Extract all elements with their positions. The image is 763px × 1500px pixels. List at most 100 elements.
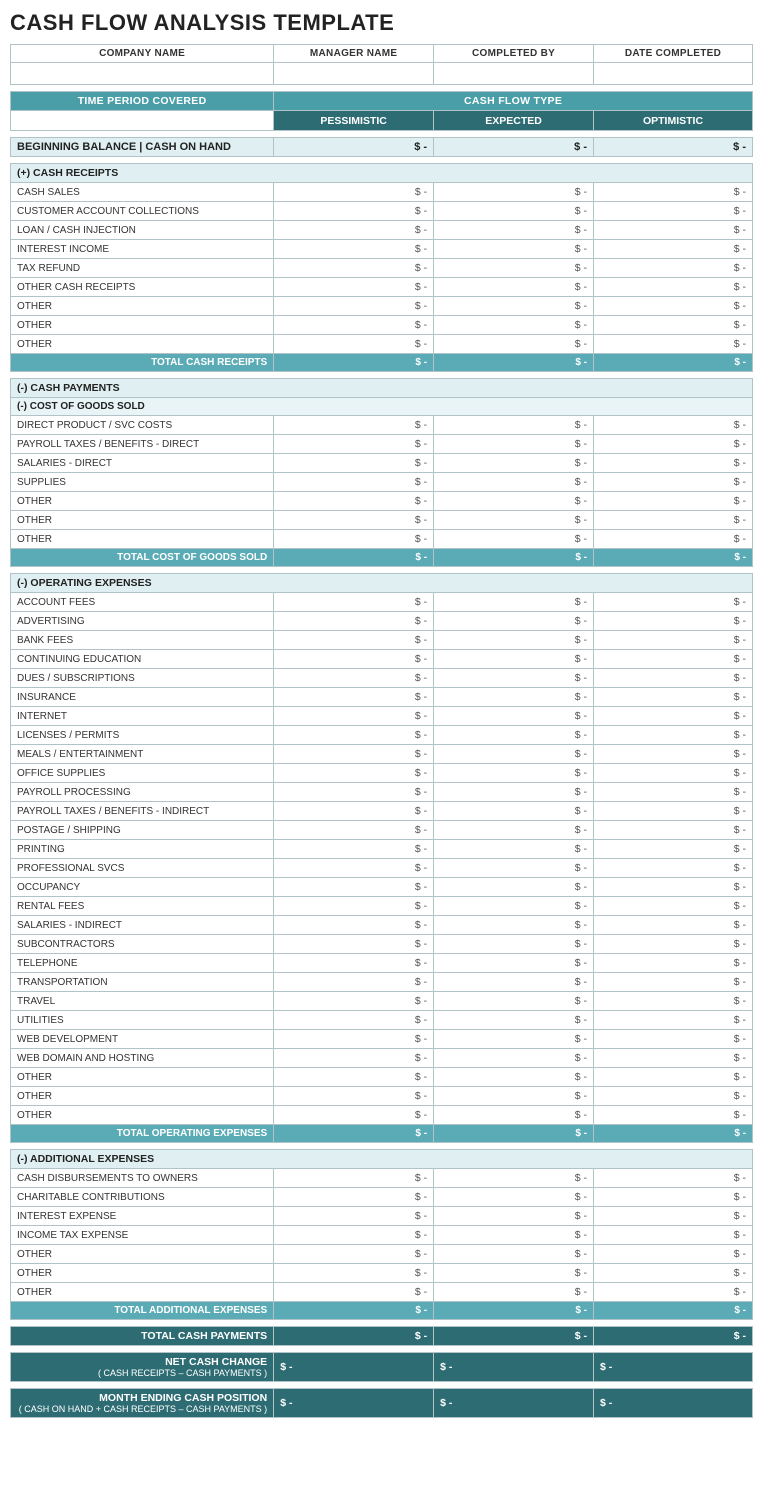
list-item: WEB DOMAIN AND HOSTING $ - $ - $ - <box>11 1049 753 1068</box>
manager-name-input[interactable] <box>274 63 434 85</box>
total-operating-optimistic[interactable]: $ - <box>594 1125 753 1143</box>
list-item: OTHER $ - $ - $ - <box>11 1068 753 1087</box>
list-item: PAYROLL PROCESSING $ - $ - $ - <box>11 783 753 802</box>
total-operating-expected[interactable]: $ - <box>434 1125 594 1143</box>
list-item: TELEPHONE $ - $ - $ - <box>11 954 753 973</box>
total-cash-receipts-pessimistic[interactable]: $ - <box>274 354 434 372</box>
page: CASH FLOW ANALYSIS TEMPLATE COMPANY NAME… <box>0 0 763 1438</box>
cash-payments-section-label: (-) CASH PAYMENTS <box>11 379 753 398</box>
list-item: INTEREST INCOME $ - $ - $ - <box>11 240 753 259</box>
total-additional-expected[interactable]: $ - <box>434 1302 594 1320</box>
month-ending-optimistic[interactable]: $ - <box>594 1389 753 1418</box>
time-period-input[interactable] <box>11 111 274 131</box>
list-item: TAX REFUND $ - $ - $ - <box>11 259 753 278</box>
list-item: OCCUPANCY $ - $ - $ - <box>11 878 753 897</box>
total-cash-payments-optimistic[interactable]: $ - <box>594 1327 753 1346</box>
list-item: DUES / SUBSCRIPTIONS $ - $ - $ - <box>11 669 753 688</box>
list-item: OTHER $ - $ - $ - <box>11 1087 753 1106</box>
cash-receipts-header-row: (+) CASH RECEIPTS <box>11 164 753 183</box>
total-operating-expenses-label: TOTAL OPERATING EXPENSES <box>11 1125 274 1143</box>
list-item: TRAVEL $ - $ - $ - <box>11 992 753 1011</box>
list-item: SALARIES - DIRECT $ - $ - $ - <box>11 454 753 473</box>
list-item: SALARIES - INDIRECT $ - $ - $ - <box>11 916 753 935</box>
total-additional-expenses-row: TOTAL ADDITIONAL EXPENSES $ - $ - $ - <box>11 1302 753 1320</box>
company-name-input[interactable] <box>11 63 274 85</box>
total-operating-pessimistic[interactable]: $ - <box>274 1125 434 1143</box>
beginning-balance-optimistic[interactable]: $ - <box>594 138 753 157</box>
time-period-header-row: TIME PERIOD COVERED CASH FLOW TYPE <box>11 92 753 111</box>
net-cash-change-expected[interactable]: $ - <box>434 1353 594 1382</box>
total-cogs-label: TOTAL COST OF GOODS SOLD <box>11 549 274 567</box>
beginning-balance-pessimistic[interactable]: $ - <box>274 138 434 157</box>
net-cash-change-label: NET CASH CHANGE <box>17 1356 267 1368</box>
total-cash-payments-pessimistic[interactable]: $ - <box>274 1327 434 1346</box>
list-item: CHARITABLE CONTRIBUTIONS $ - $ - $ - <box>11 1188 753 1207</box>
month-ending-pessimistic[interactable]: $ - <box>274 1389 434 1418</box>
list-item: OTHER $ - $ - $ - <box>11 530 753 549</box>
net-cash-change-pessimistic[interactable]: $ - <box>274 1353 434 1382</box>
list-item: CUSTOMER ACCOUNT COLLECTIONS $ - $ - $ - <box>11 202 753 221</box>
list-item: INTERNET $ - $ - $ - <box>11 707 753 726</box>
total-cogs-optimistic[interactable]: $ - <box>594 549 753 567</box>
operating-expenses-header-row: (-) OPERATING EXPENSES <box>11 574 753 593</box>
list-item: WEB DEVELOPMENT $ - $ - $ - <box>11 1030 753 1049</box>
time-period-label: TIME PERIOD COVERED <box>11 92 274 111</box>
list-item: ADVERTISING $ - $ - $ - <box>11 612 753 631</box>
list-item: PAYROLL TAXES / BENEFITS - INDIRECT $ - … <box>11 802 753 821</box>
completed-by-header: COMPLETED BY <box>434 45 594 63</box>
company-name-header: COMPANY NAME <box>11 45 274 63</box>
list-item: INSURANCE $ - $ - $ - <box>11 688 753 707</box>
list-item: SUPPLIES $ - $ - $ - <box>11 473 753 492</box>
list-item: OTHER $ - $ - $ - <box>11 316 753 335</box>
total-cogs-row: TOTAL COST OF GOODS SOLD $ - $ - $ - <box>11 549 753 567</box>
total-cash-receipts-row: TOTAL CASH RECEIPTS $ - $ - $ - <box>11 354 753 372</box>
optimistic-header: OPTIMISTIC <box>594 111 753 131</box>
list-item: OTHER $ - $ - $ - <box>11 297 753 316</box>
list-item: OTHER $ - $ - $ - <box>11 1245 753 1264</box>
list-item: LOAN / CASH INJECTION $ - $ - $ - <box>11 221 753 240</box>
month-ending-sublabel: ( CASH ON HAND + CASH RECEIPTS – CASH PA… <box>17 1404 267 1414</box>
net-cash-change-optimistic[interactable]: $ - <box>594 1353 753 1382</box>
list-item: PROFESSIONAL SVCS $ - $ - $ - <box>11 859 753 878</box>
cash-payments-header-row: (-) CASH PAYMENTS <box>11 379 753 398</box>
total-cogs-pessimistic[interactable]: $ - <box>274 549 434 567</box>
total-additional-optimistic[interactable]: $ - <box>594 1302 753 1320</box>
total-cash-payments-label: TOTAL CASH PAYMENTS <box>11 1327 274 1346</box>
list-item: CASH SALES $ - $ - $ - <box>11 183 753 202</box>
list-item: OTHER $ - $ - $ - <box>11 511 753 530</box>
pessimistic-header: PESSIMISTIC <box>274 111 434 131</box>
list-item: OFFICE SUPPLIES $ - $ - $ - <box>11 764 753 783</box>
beginning-balance-expected[interactable]: $ - <box>434 138 594 157</box>
total-cash-receipts-expected[interactable]: $ - <box>434 354 594 372</box>
list-item: OTHER $ - $ - $ - <box>11 1283 753 1302</box>
list-item: OTHER CASH RECEIPTS $ - $ - $ - <box>11 278 753 297</box>
list-item: OTHER $ - $ - $ - <box>11 1264 753 1283</box>
cogs-section-label: (-) COST OF GOODS SOLD <box>11 398 753 416</box>
operating-section-label: (-) OPERATING EXPENSES <box>11 574 753 593</box>
cogs-header-row: (-) COST OF GOODS SOLD <box>11 398 753 416</box>
company-input-row <box>11 63 753 85</box>
additional-expenses-header-row: (-) ADDITIONAL EXPENSES <box>11 1150 753 1169</box>
month-ending-expected[interactable]: $ - <box>434 1389 594 1418</box>
expected-header: EXPECTED <box>434 111 594 131</box>
total-cash-receipts-optimistic[interactable]: $ - <box>594 354 753 372</box>
manager-name-header: MANAGER NAME <box>274 45 434 63</box>
total-cash-receipts-label: TOTAL CASH RECEIPTS <box>11 354 274 372</box>
date-completed-header: DATE COMPLETED <box>594 45 753 63</box>
list-item: INCOME TAX EXPENSE $ - $ - $ - <box>11 1226 753 1245</box>
date-completed-input[interactable] <box>594 63 753 85</box>
total-additional-pessimistic[interactable]: $ - <box>274 1302 434 1320</box>
list-item: OTHER $ - $ - $ - <box>11 1106 753 1125</box>
company-header-row: COMPANY NAME MANAGER NAME COMPLETED BY D… <box>11 45 753 63</box>
beginning-balance-label: BEGINNING BALANCE | CASH ON HAND <box>11 138 274 157</box>
list-item: UTILITIES $ - $ - $ - <box>11 1011 753 1030</box>
cash-receipts-section-label: (+) CASH RECEIPTS <box>11 164 753 183</box>
list-item: CONTINUING EDUCATION $ - $ - $ - <box>11 650 753 669</box>
list-item: INTEREST EXPENSE $ - $ - $ - <box>11 1207 753 1226</box>
beginning-balance-row: BEGINNING BALANCE | CASH ON HAND $ - $ -… <box>11 138 753 157</box>
list-item: BANK FEES $ - $ - $ - <box>11 631 753 650</box>
month-ending-label: MONTH ENDING CASH POSITION <box>17 1392 267 1404</box>
total-cash-payments-expected[interactable]: $ - <box>434 1327 594 1346</box>
completed-by-input[interactable] <box>434 63 594 85</box>
total-cogs-expected[interactable]: $ - <box>434 549 594 567</box>
